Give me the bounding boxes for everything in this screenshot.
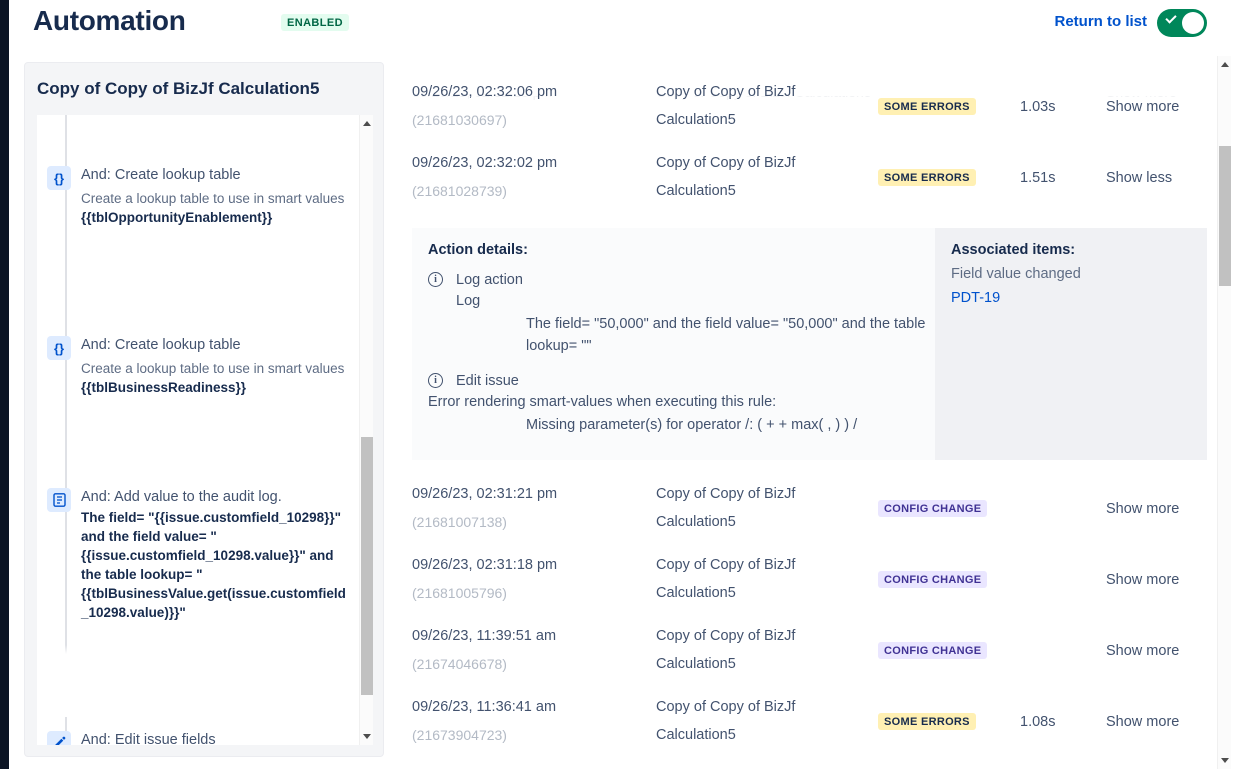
audit-row-rule-name-line2: Calculation5	[656, 727, 736, 743]
associated-items-subtitle: Field value changed	[951, 266, 1081, 282]
audit-row-rule-name-line2: Calculation5	[656, 183, 736, 199]
triangle-down-icon[interactable]	[363, 734, 371, 739]
audit-row-timestamp: 09/26/23, 02:32:06 pm	[412, 84, 558, 100]
toggle-knob	[1182, 12, 1204, 34]
rule-component-title: And: Create lookup table	[81, 337, 241, 353]
audit-row-show-more-button[interactable]: Show more	[1106, 572, 1179, 588]
action-detail-subheading: Error rendering smart-values when execut…	[428, 394, 777, 410]
audit-row-id: (21674046678)	[412, 656, 507, 672]
audit-row-show-less-button[interactable]: Show less	[1106, 170, 1172, 186]
audit-row-id: (21681007138)	[412, 514, 507, 530]
audit-row-show-more-button[interactable]: Show more	[1106, 714, 1179, 730]
audit-row-duration: 1.08s	[1020, 714, 1056, 730]
audit-row-status-badge: SOME ERRORS	[878, 98, 976, 115]
audit-row-rule-name-line2: Calculation5	[656, 585, 736, 601]
audit-row-rule-name-line1: Copy of Copy of BizJf	[656, 486, 796, 502]
rule-component-add-audit-log-value[interactable]: And: Add value to the audit log. The fie…	[47, 487, 347, 622]
audit-row-duration: 1.51s	[1020, 170, 1056, 186]
rule-components-sidebar: Copy of Copy of BizJf Calculation5 {} An…	[24, 62, 384, 757]
rule-component-smart-value: {{tblOpportunityEnablement}}	[81, 210, 273, 225]
audit-row-id: (21681030697)	[412, 112, 507, 128]
audit-row-rule-name-line1: Copy of Copy of BizJf	[656, 628, 796, 644]
audit-row-status-badge: CONFIG CHANGE	[878, 500, 988, 517]
audit-row-rule-name-line2: Calculation5	[656, 656, 736, 672]
audit-row-timestamp: 09/26/23, 02:32:02 pm	[412, 155, 558, 171]
automation-audit-page: Automation ENABLED Return to list Copy o…	[0, 0, 1245, 769]
text-clip-mask	[47, 657, 367, 717]
audit-row-rule-name-line1: Copy of Copy of BizJf	[656, 699, 796, 715]
associated-items-section: Associated items: Field value changed PD…	[935, 228, 1207, 460]
audit-row-show-more-button[interactable]: Show more	[1106, 501, 1179, 517]
audit-row-id: (21681028739)	[412, 183, 507, 199]
audit-row-timestamp: 09/26/23, 11:39:51 am	[412, 628, 557, 644]
page-header: Automation ENABLED Return to list	[9, 0, 1245, 48]
rule-component-edit-issue-fields[interactable]: And: Edit issue fields BizJf Calculation	[47, 730, 347, 745]
action-detail-subheading: Log	[456, 293, 481, 309]
return-to-list-link[interactable]: Return to list	[1055, 13, 1148, 30]
audit-row-timestamp: 09/26/23, 11:36:41 am	[412, 699, 557, 715]
action-detail-body: Missing parameter(s) for operator /: ( +…	[526, 417, 858, 433]
status-badge-enabled: ENABLED	[281, 14, 349, 31]
text-clip-fade	[47, 645, 357, 657]
associated-items-title: Associated items:	[951, 242, 1076, 258]
sidebar-scrollbar[interactable]	[359, 115, 373, 745]
action-details-section: Action details: i Log action Log The fie…	[428, 242, 928, 448]
triangle-up-icon[interactable]	[1221, 62, 1229, 67]
rule-component-title: And: Add value to the audit log.	[81, 489, 282, 505]
audit-row-id: (21673904723)	[412, 727, 507, 743]
rule-enabled-toggle[interactable]	[1157, 9, 1207, 37]
sidebar-scrollbar-thumb[interactable]	[361, 437, 373, 695]
audit-log-icon	[47, 488, 71, 512]
left-edge-strip	[0, 0, 9, 769]
rule-component-create-lookup-table-2[interactable]: {} And: Create lookup table Create a loo…	[47, 335, 347, 397]
associated-item-issue-link[interactable]: PDT-19	[951, 290, 1191, 306]
rule-component-description: Create a lookup table to use in smart va…	[81, 191, 345, 206]
triangle-up-icon[interactable]	[363, 121, 371, 126]
audit-row-detail-panel: Action details: i Log action Log The fie…	[412, 228, 1207, 460]
rule-component-smart-value: {{tblBusinessReadiness}}	[81, 380, 247, 395]
audit-row-status-badge: CONFIG CHANGE	[878, 571, 988, 588]
audit-row-duration: 1.03s	[1020, 99, 1056, 115]
curly-braces-icon: {}	[47, 166, 71, 190]
action-details-title: Action details:	[428, 242, 528, 258]
pencil-icon	[47, 731, 71, 745]
audit-row-status-badge: SOME ERRORS	[878, 169, 976, 186]
audit-row-id: (21681005796)	[412, 585, 507, 601]
action-detail-heading: Log action	[456, 272, 523, 288]
sidebar-heading: Copy of Copy of BizJf Calculation5	[37, 79, 320, 98]
audit-row-timestamp: 09/26/23, 02:31:21 pm	[412, 486, 558, 502]
page-scrollbar[interactable]	[1217, 56, 1231, 769]
page-title: Automation	[33, 5, 186, 36]
rule-components-scroll-area[interactable]: {} And: Create lookup table Create a loo…	[37, 115, 373, 745]
audit-row-rule-name-line2: Calculation5	[656, 112, 736, 128]
audit-row-show-more-button[interactable]: Show more	[1106, 99, 1179, 115]
action-detail-entry: i Edit issue Error rendering smart-value…	[428, 371, 928, 436]
rule-component-create-lookup-table-1[interactable]: {} And: Create lookup table Create a loo…	[47, 165, 347, 227]
audit-log-panel: 09/26/23, 02:32:10 pm Copy of Copy of Bi…	[400, 48, 1217, 769]
audit-row-rule-name-line1: Copy of Copy of BizJf	[656, 155, 796, 171]
rule-component-title: And: Create lookup table	[81, 167, 241, 183]
audit-row-rule-name-line1: Copy of Copy of BizJf	[656, 84, 796, 100]
action-detail-body: The field= "50,000" and the field value=…	[526, 316, 926, 354]
audit-row-show-more-button[interactable]: Show more	[1106, 643, 1179, 659]
curly-braces-icon: {}	[47, 336, 71, 360]
info-icon: i	[428, 373, 443, 388]
triangle-down-icon[interactable]	[1221, 758, 1229, 763]
audit-row-timestamp: 09/26/23, 02:31:18 pm	[412, 557, 558, 573]
info-icon: i	[428, 272, 443, 287]
rule-component-title: And: Edit issue fields	[81, 732, 216, 745]
action-detail-heading: Edit issue	[456, 373, 519, 389]
check-icon	[1165, 12, 1177, 24]
rule-component-detail: The field= "{{issue.customfield_10298}}"…	[81, 510, 346, 620]
page-scrollbar-thumb[interactable]	[1219, 146, 1231, 286]
action-detail-entry: i Log action Log The field= "50,000" and…	[428, 270, 928, 357]
audit-row-rule-name-line2: Calculation5	[656, 514, 736, 530]
audit-row-status-badge: CONFIG CHANGE	[878, 642, 988, 659]
rule-component-description: Create a lookup table to use in smart va…	[81, 361, 345, 376]
audit-row-rule-name-line1: Copy of Copy of BizJf	[656, 557, 796, 573]
audit-row-status-badge: SOME ERRORS	[878, 713, 976, 730]
